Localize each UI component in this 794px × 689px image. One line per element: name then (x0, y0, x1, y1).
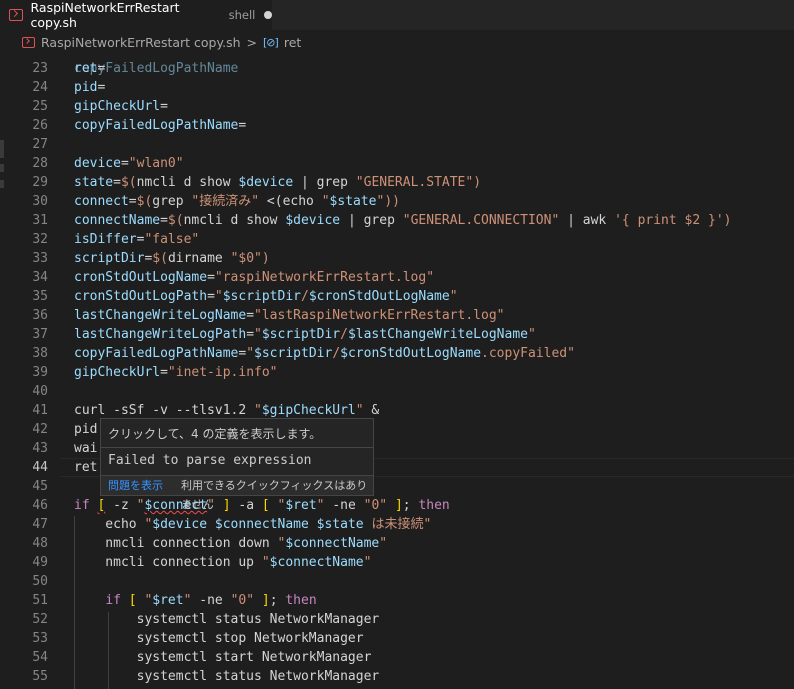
code-text: ret= (74, 61, 106, 76)
code-text: copyFailedLogPathName= (74, 118, 247, 133)
line-number: 54 (32, 650, 48, 665)
code-text: wai (74, 441, 98, 456)
line-number: 45 (32, 479, 48, 494)
code-text: copyFailedLogPathName="$scriptDir/$cronS… (74, 346, 575, 361)
code-text: systemctl status NetworkManager (74, 669, 380, 684)
code-text: lastChangeWriteLogPath="$scriptDir/$last… (74, 327, 536, 342)
code-text: state=$(nmcli d show $device | grep "GEN… (74, 175, 482, 190)
line-number: 25 (32, 99, 48, 114)
line-number: 29 (32, 175, 48, 190)
breadcrumb: RaspiNetworkErrRestart copy.sh > [⊘] ret (0, 30, 794, 54)
code-text: cronStdOutLogName="raspiNetworkErrRestar… (74, 270, 435, 285)
line-number: 43 (32, 441, 48, 456)
line-number: 52 (32, 612, 48, 627)
no-quick-fix-text: 利用できるクイックフィックスはありません (181, 479, 368, 511)
line-number: 31 (32, 213, 48, 228)
line-number: 49 (32, 555, 48, 570)
variable-icon: [⊘] (263, 35, 279, 49)
line-number: 44 (32, 460, 48, 475)
line-number: 34 (32, 270, 48, 285)
line-number: 27 (32, 137, 48, 152)
shell-script-icon (9, 9, 23, 21)
line-number: 51 (32, 593, 48, 608)
chevron-right-icon: > (246, 34, 258, 50)
line-number: 40 (32, 384, 48, 399)
shell-script-icon (22, 36, 35, 48)
code-text: pid= (74, 80, 106, 95)
code-text: isDiffer="false" (74, 232, 200, 247)
line-number: 39 (32, 365, 48, 380)
line-number: 55 (32, 669, 48, 684)
tab-bar: RaspiNetworkErrRestart copy.sh shell (0, 0, 794, 30)
line-number: 30 (32, 194, 48, 209)
breadcrumb-file[interactable]: RaspiNetworkErrRestart copy.sh (41, 35, 241, 50)
hover-header[interactable]: クリックして、4 の定義を表示します。 (108, 425, 321, 442)
line-number: 36 (32, 308, 48, 323)
code-text: echo "$device $connectName $state は未接続" (74, 517, 432, 532)
view-problem-link[interactable]: 問題を表示 (108, 476, 163, 495)
unsaved-dot-icon[interactable] (264, 11, 272, 19)
line-number: 50 (32, 574, 48, 589)
line-number: 32 (32, 232, 48, 247)
code-text: gipCheckUrl="inet-ip.info" (74, 365, 278, 380)
code-editor[interactable]: copyFailedLogPathName 23 ret= 24 pid= 25 gipC… (0, 54, 794, 689)
code-text: pid (74, 422, 98, 437)
code-text: connect=$(grep "接続済み" <(echo "$state")) (74, 194, 400, 209)
tab-description: shell (228, 8, 256, 22)
code-text: lastChangeWriteLogName="lastRaspiNetwork… (74, 308, 505, 323)
problem-hover-widget: クリックして、4 の定義を表示します。 Failed to parse expr… (100, 418, 374, 511)
line-number: 41 (32, 403, 48, 418)
line-number: 38 (32, 346, 48, 361)
editor-tab[interactable]: RaspiNetworkErrRestart copy.sh shell (0, 0, 272, 30)
line-number: 46 (32, 498, 48, 513)
indent-guide (108, 612, 109, 689)
code-text: gipCheckUrl= (74, 99, 168, 114)
code-text: scriptDir=$(dirname "$0") (74, 251, 270, 266)
code-text: cronStdOutLogPath="$scriptDir/$cronStdOu… (74, 289, 458, 304)
code-text: systemctl status NetworkManager (74, 612, 380, 627)
line-number: 37 (32, 327, 48, 342)
line-number: 28 (32, 156, 48, 171)
code-text: device="wlan0" (74, 156, 184, 171)
hover-status-bar: 問題を表示 利用できるクイックフィックスはありません (101, 475, 373, 511)
code-text: nmcli connection up "$connectName" (74, 555, 372, 570)
line-number: 53 (32, 631, 48, 646)
line-number: 48 (32, 536, 48, 551)
line-number: 35 (32, 289, 48, 304)
code-text: connectName=$(nmcli d show $device | gre… (74, 213, 732, 228)
code-text: systemctl stop NetworkManager (74, 631, 364, 646)
line-number: 23 (32, 61, 48, 76)
hover-error-message: Failed to parse expression (108, 453, 312, 468)
line-number: 42 (32, 422, 48, 437)
code-text: systemctl start NetworkManager (74, 650, 372, 665)
hover-divider (101, 447, 373, 448)
breadcrumb-symbol[interactable]: ret (284, 35, 301, 50)
line-number: 47 (32, 517, 48, 532)
line-number: 24 (32, 80, 48, 95)
tab-title: RaspiNetworkErrRestart copy.sh (30, 0, 180, 30)
code-text: if [ "$ret" -ne "0" ]; then (105, 593, 317, 608)
indent-guide (74, 516, 75, 689)
line-number: 26 (32, 118, 48, 133)
line-number: 33 (32, 251, 48, 266)
code-text: nmcli connection down "$connectName" (74, 536, 388, 551)
